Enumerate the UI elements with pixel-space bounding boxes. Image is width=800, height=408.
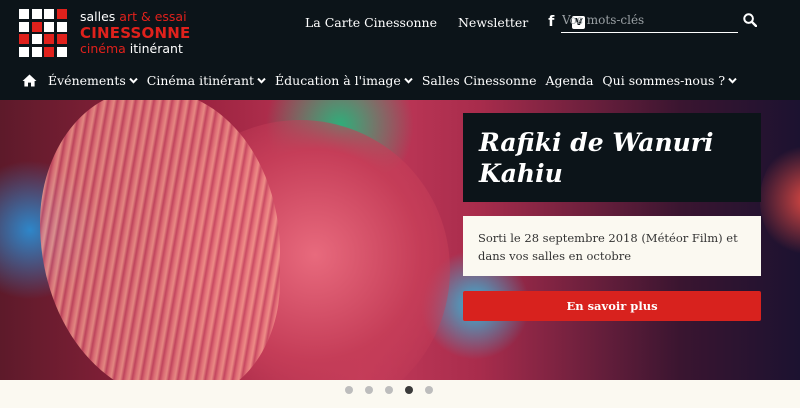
hero-description: Sorti le 28 septembre 2018 (Météor Film)… xyxy=(478,231,738,263)
nav-item-salles[interactable]: Salles Cinessonne xyxy=(422,73,537,88)
carte-cinessonne-link[interactable]: La Carte Cinessonne xyxy=(305,15,437,30)
logo-square xyxy=(44,46,55,57)
nav-item-label: Éducation à l'image xyxy=(275,72,401,88)
home-icon[interactable] xyxy=(22,74,37,87)
logo-square xyxy=(31,21,42,32)
logo-line3-plain: itinérant xyxy=(125,41,183,56)
hero-title-box: Rafiki de Wanuri Kahiu xyxy=(463,113,761,202)
cinessonne-logo[interactable]: salles art & essai CINESSONNE cinéma iti… xyxy=(19,9,190,61)
logo-square xyxy=(19,9,29,19)
slider-dot-2[interactable] xyxy=(365,386,373,394)
main-nav: Événements Cinéma itinérant Éducation à … xyxy=(22,71,746,89)
nav-item-evenements[interactable]: Événements xyxy=(48,73,138,88)
logo-square xyxy=(19,34,29,45)
logo-text: salles art & essai CINESSONNE cinéma iti… xyxy=(80,9,190,57)
nav-item-education[interactable]: Éducation à l'image xyxy=(275,73,413,88)
search-form xyxy=(561,8,757,34)
slider-dot-4[interactable] xyxy=(405,386,413,394)
search-input[interactable] xyxy=(561,8,738,33)
chevron-down-icon xyxy=(257,77,266,84)
nav-item-label: Salles Cinessonne xyxy=(421,72,537,88)
logo-square xyxy=(19,46,29,57)
hero-title: Rafiki de Wanuri Kahiu xyxy=(479,128,714,188)
logo-square xyxy=(56,34,67,45)
logo-square xyxy=(44,9,55,19)
hero-braids xyxy=(40,100,280,380)
logo-square xyxy=(56,46,67,57)
logo-square xyxy=(31,34,42,45)
slider-dot-5[interactable] xyxy=(425,386,433,394)
top-links: La Carte Cinessonne Newsletter f V xyxy=(305,13,586,31)
chevron-down-icon xyxy=(404,77,413,84)
logo-square xyxy=(56,9,67,19)
logo-square xyxy=(44,21,55,32)
logo-square xyxy=(44,34,55,45)
logo-square xyxy=(19,21,29,32)
slider-dot-1[interactable] xyxy=(345,386,353,394)
nav-item-agenda[interactable]: Agenda xyxy=(545,73,593,88)
logo-line1-plain: salles xyxy=(80,9,120,24)
facebook-icon[interactable]: f xyxy=(548,14,554,30)
nav-item-label: Cinéma itinérant xyxy=(146,72,255,88)
chevron-down-icon xyxy=(129,77,138,84)
en-savoir-plus-button[interactable]: En savoir plus xyxy=(463,291,761,321)
slider-dots xyxy=(345,386,445,394)
logo-square xyxy=(31,46,42,57)
hero-backdrop-light xyxy=(760,140,800,260)
nav-item-label: Qui sommes-nous ? xyxy=(602,72,726,88)
logo-line1-accent: art & essai xyxy=(119,9,187,24)
logo-grid-icon xyxy=(19,9,67,57)
logo-square xyxy=(56,21,67,32)
nav-item-label: Événements xyxy=(48,72,126,88)
slider-dot-3[interactable] xyxy=(385,386,393,394)
site-header: salles art & essai CINESSONNE cinéma iti… xyxy=(0,0,800,100)
hero-description-box: Sorti le 28 septembre 2018 (Météor Film)… xyxy=(463,216,761,276)
newsletter-link[interactable]: Newsletter xyxy=(458,15,528,30)
logo-line3-accent: cinéma xyxy=(80,41,126,56)
chevron-down-icon xyxy=(728,77,737,84)
nav-item-label: Agenda xyxy=(545,72,594,88)
nav-item-qui-sommes-nous[interactable]: Qui sommes-nous ? xyxy=(602,73,737,88)
logo-square xyxy=(31,9,42,19)
search-icon[interactable] xyxy=(743,13,757,27)
nav-item-cinema-itinerant[interactable]: Cinéma itinérant xyxy=(147,73,266,88)
logo-brand: CINESSONNE xyxy=(80,24,191,42)
